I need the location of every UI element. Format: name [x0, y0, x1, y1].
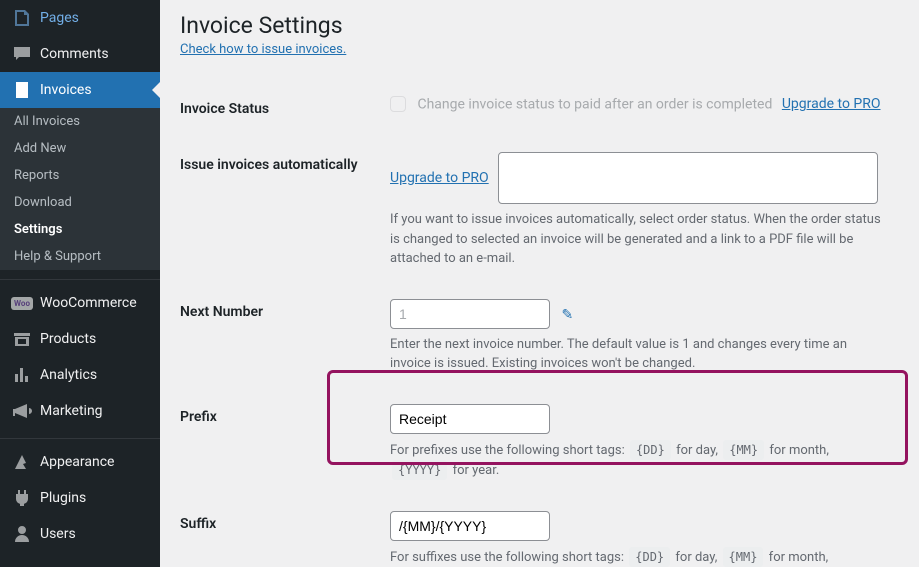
products-icon: [12, 329, 32, 349]
sidebar-item-label: Analytics: [40, 367, 97, 383]
field-label-auto: Issue invoices automatically: [180, 137, 380, 284]
woocommerce-icon: Woo: [12, 293, 32, 313]
invoice-icon: [12, 80, 32, 100]
sidebar-item-users[interactable]: Users: [0, 516, 160, 552]
sidebar-item-appearance[interactable]: Appearance: [0, 444, 160, 480]
main-content: Invoice Settings Check how to issue invo…: [160, 0, 919, 567]
analytics-icon: [12, 365, 32, 385]
appearance-icon: [12, 452, 32, 472]
submenu-add-new[interactable]: Add New: [0, 135, 160, 162]
sidebar-item-label: Users: [40, 526, 76, 542]
help-link[interactable]: Check how to issue invoices.: [180, 42, 346, 57]
submenu-help[interactable]: Help & Support: [0, 243, 160, 270]
upgrade-pro-link-auto[interactable]: Upgrade to PRO: [390, 170, 489, 186]
comment-icon: [12, 44, 32, 64]
sidebar-item-marketing[interactable]: Marketing: [0, 393, 160, 429]
suffix-input[interactable]: [390, 511, 550, 541]
plugins-icon: [12, 488, 32, 508]
field-label-status: Invoice Status: [180, 81, 380, 137]
menu-separator: [0, 434, 160, 439]
field-label-suffix: Suffix: [180, 496, 380, 567]
next-description: Enter the next invoice number. The defau…: [390, 335, 889, 374]
auto-select-disabled: [498, 152, 878, 204]
tag-mm: {MM}: [723, 547, 764, 567]
submenu-download[interactable]: Download: [0, 189, 160, 216]
sidebar-item-comments[interactable]: Comments: [0, 36, 160, 72]
users-icon: [12, 524, 32, 544]
prefix-input[interactable]: [390, 404, 550, 434]
sidebar-item-invoices[interactable]: Invoices: [0, 72, 160, 108]
suffix-description: For suffixes use the following short tag…: [390, 547, 889, 567]
sidebar-item-label: Pages: [40, 10, 79, 26]
sidebar-item-label: Marketing: [40, 403, 103, 419]
sidebar-item-label: Products: [40, 331, 96, 347]
menu-separator: [0, 275, 160, 280]
tag-mm: {MM}: [723, 440, 764, 460]
marketing-icon: [12, 401, 32, 421]
admin-sidebar: Pages Comments Invoices All Invoices Add…: [0, 0, 160, 567]
upgrade-pro-link[interactable]: Upgrade to PRO: [782, 96, 881, 112]
sidebar-item-woocommerce[interactable]: Woo WooCommerce: [0, 285, 160, 321]
page-title: Invoice Settings: [180, 12, 899, 39]
submenu-all-invoices[interactable]: All Invoices: [0, 108, 160, 135]
tag-dd: {DD}: [630, 440, 671, 460]
field-label-prefix: Prefix: [180, 389, 380, 496]
sidebar-item-label: Plugins: [40, 490, 86, 506]
sidebar-item-label: Invoices: [40, 82, 92, 98]
edit-icon[interactable]: ✎: [561, 307, 573, 323]
sidebar-item-products[interactable]: Products: [0, 321, 160, 357]
prefix-description: For prefixes use the following short tag…: [390, 440, 889, 481]
submenu-reports[interactable]: Reports: [0, 162, 160, 189]
next-number-input: [390, 299, 550, 329]
sidebar-item-label: Comments: [40, 46, 109, 62]
auto-description: If you want to issue invoices automatica…: [390, 210, 889, 269]
submenu-settings[interactable]: Settings: [0, 216, 160, 243]
pages-icon: [12, 8, 32, 28]
sidebar-item-plugins[interactable]: Plugins: [0, 480, 160, 516]
sidebar-item-label: WooCommerce: [40, 295, 137, 311]
tag-yyyy: {YYYY}: [392, 460, 447, 480]
sidebar-item-label: Appearance: [40, 454, 114, 470]
invoices-submenu: All Invoices Add New Reports Download Se…: [0, 108, 160, 270]
field-label-next: Next Number: [180, 284, 380, 389]
tag-dd: {DD}: [629, 547, 670, 567]
sidebar-item-analytics[interactable]: Analytics: [0, 357, 160, 393]
status-checkbox: [390, 96, 406, 112]
status-checkbox-label: Change invoice status to paid after an o…: [417, 96, 772, 112]
sidebar-item-pages[interactable]: Pages: [0, 0, 160, 36]
settings-form: Invoice Status Change invoice status to …: [180, 81, 899, 567]
